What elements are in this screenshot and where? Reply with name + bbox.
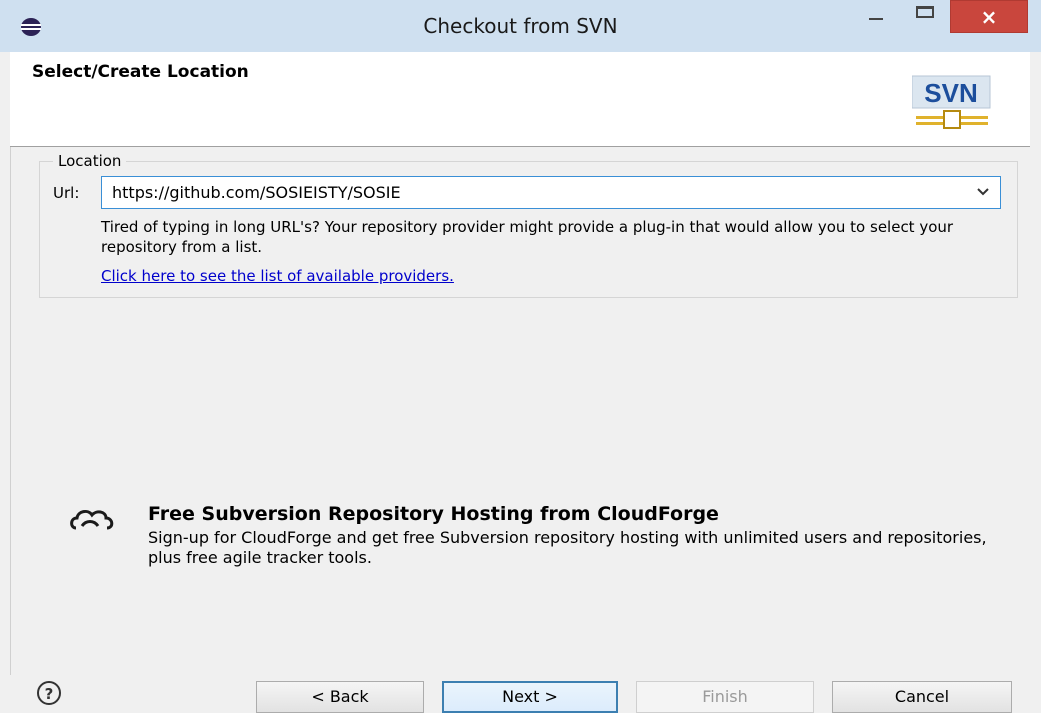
url-input[interactable]: https://github.com/SOSIEISTY/SOSIE (101, 176, 1001, 209)
page-title: Select/Create Location (32, 62, 249, 82)
svn-logo-icon: SVN (912, 75, 991, 129)
cancel-button[interactable]: Cancel (832, 681, 1012, 713)
close-icon: × (980, 5, 998, 29)
finish-button[interactable]: Finish (636, 681, 814, 713)
cloudforge-icon[interactable] (68, 506, 118, 536)
promo-description: Sign-up for CloudForge and get free Subv… (148, 528, 987, 567)
url-hint-text: Tired of typing in long URL's? Your repo… (101, 218, 954, 256)
minimize-button[interactable] (856, 0, 896, 32)
location-group-label: Location (53, 152, 127, 170)
url-label: Url: (53, 184, 80, 202)
help-icon[interactable]: ? (35, 680, 63, 706)
wizard-banner: Select/Create Location SVN (10, 52, 1030, 147)
close-button[interactable]: × (950, 0, 1028, 33)
maximize-button[interactable] (905, 0, 945, 32)
chevron-down-icon[interactable] (976, 185, 990, 197)
checkout-dialog: Checkout from SVN × Select/Create Locati… (0, 0, 1041, 713)
title-bar[interactable]: Checkout from SVN × (0, 0, 1041, 52)
promo-title[interactable]: Free Subversion Repository Hosting from … (148, 503, 719, 525)
providers-link[interactable]: Click here to see the list of available … (101, 267, 454, 285)
maximize-icon (916, 6, 934, 18)
wizard-content: Location Url: https://github.com/SOSIEIS… (10, 147, 1031, 675)
svn-logo-text: SVN (924, 78, 977, 108)
minimize-icon (869, 18, 883, 20)
back-button[interactable]: < Back (256, 681, 424, 713)
next-button[interactable]: Next > (442, 681, 618, 713)
help-glyph: ? (45, 685, 54, 703)
url-value[interactable]: https://github.com/SOSIEISTY/SOSIE (112, 183, 401, 202)
